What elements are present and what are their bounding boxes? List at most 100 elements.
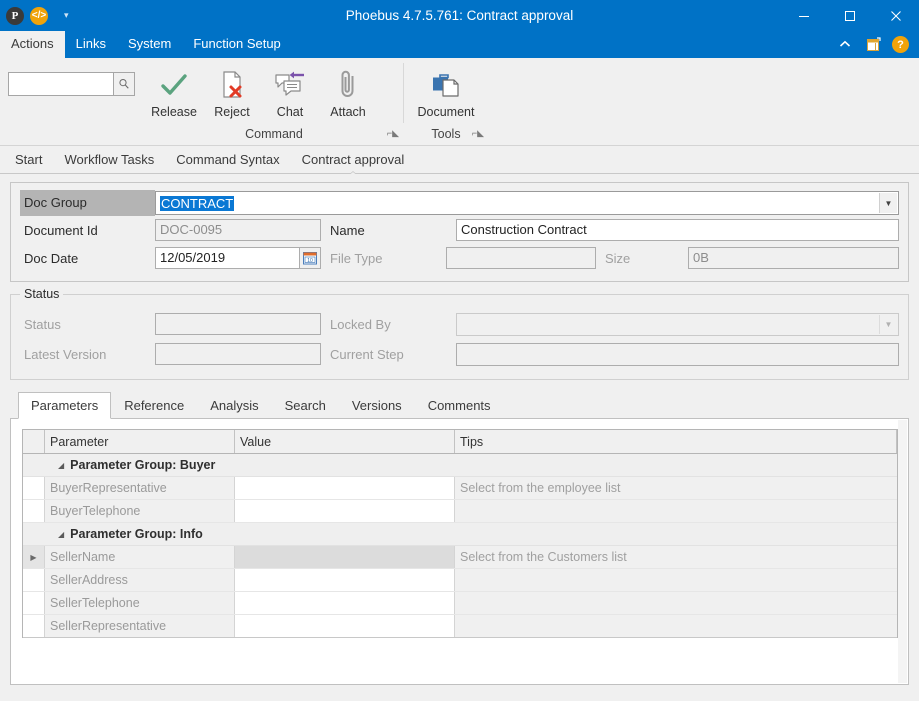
code-icon[interactable]: </> xyxy=(30,6,48,25)
grid-vertical-scrollbar[interactable] xyxy=(898,420,907,683)
table-row[interactable]: SellerAddress xyxy=(23,569,897,592)
row-indicator xyxy=(23,592,45,614)
status-label: Status xyxy=(24,316,61,332)
table-row[interactable]: BuyerRepresentative Select from the empl… xyxy=(23,477,897,500)
doc-group-label: Doc Group xyxy=(20,190,155,216)
command-dialog-launcher-icon[interactable]: ⌐◣ xyxy=(387,124,399,142)
row-tips xyxy=(455,500,897,522)
ribbon-tab-actions[interactable]: Actions xyxy=(0,31,65,58)
group-header-label: Parameter Group: Buyer xyxy=(70,458,216,472)
doc-date-picker[interactable]: 12/05/2019 10 xyxy=(155,247,321,269)
ribbon-tab-function-setup[interactable]: Function Setup xyxy=(182,31,291,58)
ribbon-tab-strip: Actions Links System Function Setup ? xyxy=(0,31,919,58)
status-field[interactable] xyxy=(155,313,321,335)
row-value[interactable] xyxy=(235,546,455,568)
table-row[interactable]: SellerTelephone xyxy=(23,592,897,615)
doc-date-label: Doc Date xyxy=(24,250,79,266)
row-value[interactable] xyxy=(235,592,455,614)
size-field: 0B xyxy=(688,247,899,269)
document-tab-strip: Start Workflow Tasks Command Syntax Cont… xyxy=(0,146,919,174)
current-row-arrow-icon: ▶ xyxy=(30,552,37,562)
group-header-row[interactable]: ◢ Parameter Group: Info xyxy=(23,523,897,546)
doc-group-combobox[interactable]: CONTRACT ▼ xyxy=(155,191,899,215)
latest-version-field[interactable] xyxy=(155,343,321,365)
current-step-label: Current Step xyxy=(330,346,404,362)
app-logo-icon[interactable]: P xyxy=(6,6,24,25)
doc-tab-command-syntax[interactable]: Command Syntax xyxy=(165,148,290,172)
locked-by-combobox[interactable]: ▼ xyxy=(456,312,899,336)
tools-dialog-launcher-icon[interactable]: ⌐◣ xyxy=(472,124,484,142)
search-icon[interactable] xyxy=(113,72,135,96)
ribbon-tab-system[interactable]: System xyxy=(117,31,182,58)
tab-analysis[interactable]: Analysis xyxy=(197,392,271,419)
ribbon-tab-links[interactable]: Links xyxy=(65,31,117,58)
search-input[interactable] xyxy=(8,72,113,96)
group-indicator-spacer xyxy=(23,454,45,476)
chat-button[interactable]: Chat xyxy=(261,64,319,119)
grid-header-indicator xyxy=(23,430,45,453)
row-tips xyxy=(455,615,897,637)
row-value[interactable] xyxy=(235,569,455,591)
row-indicator xyxy=(23,500,45,522)
current-step-field[interactable] xyxy=(456,342,899,366)
collapse-triangle-icon[interactable]: ◢ xyxy=(58,461,64,470)
group-indicator-spacer xyxy=(23,523,45,545)
title-bar: P </> ▾ Phoebus 4.7.5.761: Contract appr… xyxy=(0,0,919,31)
doc-date-field[interactable]: 12/05/2019 xyxy=(155,247,300,269)
doc-group-chevron-down-icon[interactable]: ▼ xyxy=(879,193,897,213)
doc-tab-start[interactable]: Start xyxy=(4,148,53,172)
table-row[interactable]: ▶ SellerName Select from the Customers l… xyxy=(23,546,897,569)
document-id-field[interactable]: DOC-0095 xyxy=(155,219,321,241)
ribbon-group-command: Release Reject Chat Attach Command ⌐◣ xyxy=(145,58,403,145)
group-header-row[interactable]: ◢ Parameter Group: Buyer xyxy=(23,454,897,477)
help-icon[interactable]: ? xyxy=(892,36,909,53)
locked-by-chevron-down-icon[interactable]: ▼ xyxy=(879,314,897,334)
window-layout-icon[interactable] xyxy=(864,36,882,54)
tab-reference[interactable]: Reference xyxy=(111,392,197,419)
row-indicator xyxy=(23,477,45,499)
row-value[interactable] xyxy=(235,615,455,637)
release-button[interactable]: Release xyxy=(145,64,203,119)
document-label: Document xyxy=(417,105,475,119)
file-type-field[interactable] xyxy=(446,247,596,269)
status-groupbox-title: Status xyxy=(20,287,64,301)
grid-header-parameter[interactable]: Parameter xyxy=(45,430,235,453)
group-header-cell: ◢ Parameter Group: Buyer xyxy=(45,454,897,476)
minimize-button[interactable] xyxy=(781,0,827,31)
tab-search[interactable]: Search xyxy=(272,392,339,419)
document-header-panel: Doc Group CONTRACT ▼ Document Id DOC-009… xyxy=(10,182,909,282)
row-value[interactable] xyxy=(235,500,455,522)
customize-quick-access-caret-icon[interactable]: ▾ xyxy=(64,11,69,20)
row-value[interactable] xyxy=(235,477,455,499)
collapse-triangle-icon[interactable]: ◢ xyxy=(58,530,64,539)
close-button[interactable] xyxy=(873,0,919,31)
tab-comments[interactable]: Comments xyxy=(415,392,504,419)
doc-group-row: Doc Group CONTRACT ▼ xyxy=(20,190,899,216)
tools-group-caption: Tools xyxy=(431,127,461,142)
calendar-icon[interactable]: 10 xyxy=(300,247,321,269)
ribbon: Release Reject Chat Attach Command ⌐◣ Do… xyxy=(0,58,919,146)
collapse-ribbon-icon[interactable] xyxy=(836,36,854,54)
reject-button[interactable]: Reject xyxy=(203,64,261,119)
name-field[interactable]: Construction Contract xyxy=(456,219,899,241)
parameters-panel: Parameter Value Tips ◢ Parameter Group: … xyxy=(10,419,909,685)
doc-tab-workflow-tasks[interactable]: Workflow Tasks xyxy=(53,148,165,172)
attach-button[interactable]: Attach xyxy=(319,64,377,119)
doc-group-value: CONTRACT xyxy=(160,195,235,211)
attach-label: Attach xyxy=(330,105,366,119)
document-button[interactable]: Document xyxy=(404,64,488,119)
table-row[interactable]: SellerRepresentative xyxy=(23,615,897,638)
grid-header-tips[interactable]: Tips xyxy=(455,430,897,453)
grid-header-value[interactable]: Value xyxy=(235,430,455,453)
doc-tab-contract-approval[interactable]: Contract approval xyxy=(291,148,416,172)
row-tips: Select from the Customers list xyxy=(455,546,897,568)
file-type-label: File Type xyxy=(330,250,383,266)
checkmark-icon xyxy=(159,68,189,102)
status-row: Status Locked By ▼ xyxy=(20,309,899,339)
tab-versions[interactable]: Versions xyxy=(339,392,415,419)
tab-parameters[interactable]: Parameters xyxy=(18,392,112,419)
parameters-grid: Parameter Value Tips ◢ Parameter Group: … xyxy=(22,429,898,638)
application-window: P </> ▾ Phoebus 4.7.5.761: Contract appr… xyxy=(0,0,919,701)
maximize-button[interactable] xyxy=(827,0,873,31)
table-row[interactable]: BuyerTelephone xyxy=(23,500,897,523)
